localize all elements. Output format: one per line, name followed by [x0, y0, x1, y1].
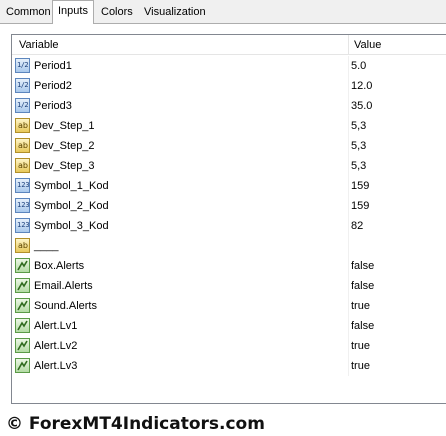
cell-separator	[348, 216, 349, 236]
boolean-type-icon	[15, 338, 30, 353]
variable-name: Email.Alerts	[34, 280, 93, 292]
table-row[interactable]: 123 Symbol_2_Kod 159	[12, 196, 446, 216]
double-type-icon: 1/2	[15, 58, 30, 73]
variable-value[interactable]: false	[351, 316, 374, 336]
table-row[interactable]: Alert.Lv2 true	[12, 336, 446, 356]
cell-separator	[348, 316, 349, 336]
cell-separator	[348, 296, 349, 316]
column-separator[interactable]	[348, 35, 349, 54]
string-type-icon: ab	[15, 138, 30, 153]
tab-inputs[interactable]: Inputs	[52, 0, 94, 24]
boolean-type-icon	[15, 258, 30, 273]
variable-name: Symbol_3_Kod	[34, 220, 109, 232]
variable-value[interactable]: 159	[351, 176, 369, 196]
integer-type-icon: 123	[15, 198, 30, 213]
watermark-text: © ForexMT4Indicators.com	[6, 414, 265, 434]
cell-separator	[348, 356, 349, 376]
inputs-panel: Variable Value 1/2 Period1 5.0 1/2 Period2 12…	[0, 24, 446, 412]
table-header: Variable Value	[12, 35, 446, 55]
variable-value[interactable]: 5.0	[351, 56, 366, 76]
variable-name: Dev_Step_1	[34, 120, 95, 132]
cell-separator	[348, 176, 349, 196]
double-type-icon: 1/2	[15, 98, 30, 113]
cell-separator	[348, 256, 349, 276]
variable-name: Alert.Lv2	[34, 340, 78, 352]
cell-separator	[348, 156, 349, 176]
variable-value[interactable]: false	[351, 256, 374, 276]
tab-common[interactable]: Common	[1, 3, 56, 23]
variable-name: Dev_Step_3	[34, 160, 95, 172]
tab-visualization[interactable]: Visualization	[139, 3, 211, 23]
variable-value[interactable]: 5,3	[351, 116, 366, 136]
string-type-icon: ab	[15, 118, 30, 133]
variable-value[interactable]: 12.0	[351, 76, 372, 96]
inputs-table: Variable Value 1/2 Period1 5.0 1/2 Period2 12…	[11, 34, 446, 404]
variable-name: Symbol_2_Kod	[34, 200, 109, 212]
table-row[interactable]: Alert.Lv1 false	[12, 316, 446, 336]
boolean-type-icon	[15, 358, 30, 373]
table-body: 1/2 Period1 5.0 1/2 Period2 12.0 1/2 Period3 35.…	[12, 56, 446, 376]
variable-value[interactable]: 5,3	[351, 156, 366, 176]
variable-name: Period1	[34, 60, 72, 72]
variable-name: Sound.Alerts	[34, 300, 97, 312]
table-row[interactable]: 1/2 Period3 35.0	[12, 96, 446, 116]
table-row[interactable]: Box.Alerts false	[12, 256, 446, 276]
variable-column-header[interactable]: Variable	[19, 35, 59, 54]
variable-value[interactable]: false	[351, 276, 374, 296]
variable-value[interactable]: true	[351, 296, 370, 316]
integer-type-icon: 123	[15, 178, 30, 193]
boolean-type-icon	[15, 278, 30, 293]
variable-name: Period2	[34, 80, 72, 92]
table-row[interactable]: Sound.Alerts true	[12, 296, 446, 316]
string-type-icon: ab	[15, 238, 30, 253]
cell-separator	[348, 196, 349, 216]
table-row[interactable]: ab Dev_Step_2 5,3	[12, 136, 446, 156]
table-row[interactable]: 123 Symbol_3_Kod 82	[12, 216, 446, 236]
tab-colors[interactable]: Colors	[96, 3, 138, 23]
boolean-type-icon	[15, 318, 30, 333]
table-row[interactable]: 1/2 Period2 12.0	[12, 76, 446, 96]
variable-name: Alert.Lv3	[34, 360, 78, 372]
variable-value[interactable]: 82	[351, 216, 363, 236]
variable-value[interactable]: 159	[351, 196, 369, 216]
string-type-icon: ab	[15, 158, 30, 173]
variable-value[interactable]: 35.0	[351, 96, 372, 116]
cell-separator	[348, 136, 349, 156]
table-row[interactable]: 1/2 Period1 5.0	[12, 56, 446, 76]
table-row[interactable]: Alert.Lv3 true	[12, 356, 446, 376]
table-row[interactable]: ab ____	[12, 236, 446, 256]
table-row[interactable]: Email.Alerts false	[12, 276, 446, 296]
cell-separator	[348, 336, 349, 356]
cell-separator	[348, 276, 349, 296]
table-row[interactable]: ab Dev_Step_1 5,3	[12, 116, 446, 136]
variable-name: Period3	[34, 100, 72, 112]
cell-separator	[348, 56, 349, 76]
variable-value[interactable]: 5,3	[351, 136, 366, 156]
variable-name: Symbol_1_Kod	[34, 180, 109, 192]
variable-value[interactable]: true	[351, 356, 370, 376]
table-row[interactable]: 123 Symbol_1_Kod 159	[12, 176, 446, 196]
boolean-type-icon	[15, 298, 30, 313]
value-column-header[interactable]: Value	[354, 35, 381, 54]
variable-name: ____	[34, 240, 59, 252]
variable-value[interactable]: true	[351, 336, 370, 356]
variable-name: Box.Alerts	[34, 260, 85, 272]
table-row[interactable]: ab Dev_Step_3 5,3	[12, 156, 446, 176]
double-type-icon: 1/2	[15, 78, 30, 93]
variable-name: Alert.Lv1	[34, 320, 78, 332]
variable-name: Dev_Step_2	[34, 140, 95, 152]
cell-separator	[348, 116, 349, 136]
cell-separator	[348, 236, 349, 256]
watermark-bar: © ForexMT4Indicators.com	[0, 412, 446, 436]
tab-bar: Common Inputs Colors Visualization	[0, 0, 446, 24]
cell-separator	[348, 76, 349, 96]
cell-separator	[348, 96, 349, 116]
integer-type-icon: 123	[15, 218, 30, 233]
